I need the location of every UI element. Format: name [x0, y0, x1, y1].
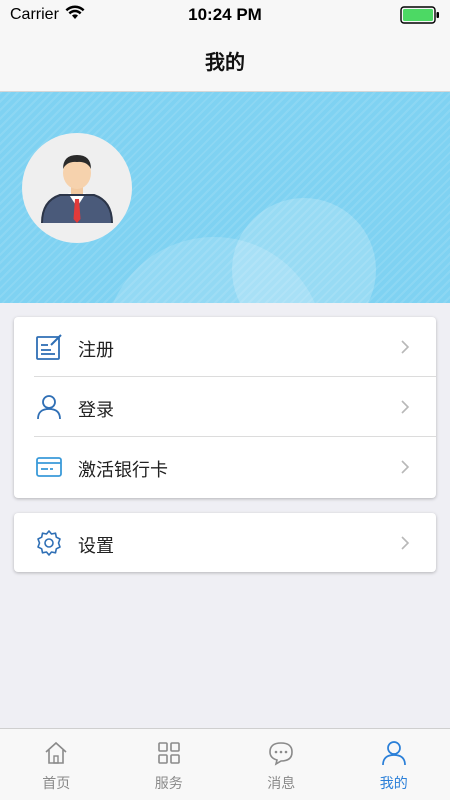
chevron-right-icon — [400, 399, 410, 415]
profile-banner — [0, 92, 450, 303]
status-bar: Carrier 10:24 PM — [0, 0, 450, 30]
chevron-right-icon — [400, 459, 410, 475]
bank-card-icon — [35, 453, 63, 481]
user-icon — [35, 393, 63, 421]
menu-label-activate-bank-card: 激活银行卡 — [78, 460, 168, 481]
tab-label-home: 首页 — [42, 776, 71, 792]
menu-item-activate-bank-card[interactable]: 激活银行卡 — [14, 437, 436, 497]
grid-icon — [155, 739, 183, 767]
tab-messages[interactable]: 消息 — [225, 729, 338, 800]
tab-label-mine: 我的 — [379, 776, 408, 792]
menu-label-settings: 设置 — [78, 536, 114, 557]
home-icon — [42, 739, 70, 767]
gear-icon — [35, 529, 63, 557]
tab-mine[interactable]: 我的 — [338, 729, 450, 800]
menu-label-login: 登录 — [78, 400, 114, 421]
user-icon — [380, 739, 408, 767]
menu-card-account: 注册 登录 激活银行卡 — [14, 317, 436, 498]
menu-item-register[interactable]: 注册 — [14, 317, 436, 377]
register-edit-icon — [35, 333, 63, 361]
tab-bar: 首页 服务 消息 我的 — [0, 728, 450, 800]
chevron-right-icon — [400, 535, 410, 551]
battery-icon — [400, 6, 440, 24]
avatar[interactable] — [22, 133, 132, 243]
menu-item-settings[interactable]: 设置 — [14, 513, 436, 573]
tab-home[interactable]: 首页 — [0, 729, 113, 800]
status-time: 10:24 PM — [188, 5, 262, 24]
menu-label-register: 注册 — [78, 340, 114, 361]
tab-services[interactable]: 服务 — [113, 729, 226, 800]
menu-item-login[interactable]: 登录 — [14, 377, 436, 437]
businessman-avatar-icon — [41, 155, 113, 224]
page-title: 我的 — [205, 50, 245, 74]
tab-label-messages: 消息 — [267, 776, 296, 792]
menu-card-settings: 设置 — [14, 513, 436, 572]
message-icon — [267, 739, 295, 767]
decorative-circle — [232, 198, 376, 303]
navigation-bar: 我的 — [0, 30, 450, 92]
chevron-right-icon — [400, 339, 410, 355]
tab-label-services: 服务 — [154, 776, 183, 792]
